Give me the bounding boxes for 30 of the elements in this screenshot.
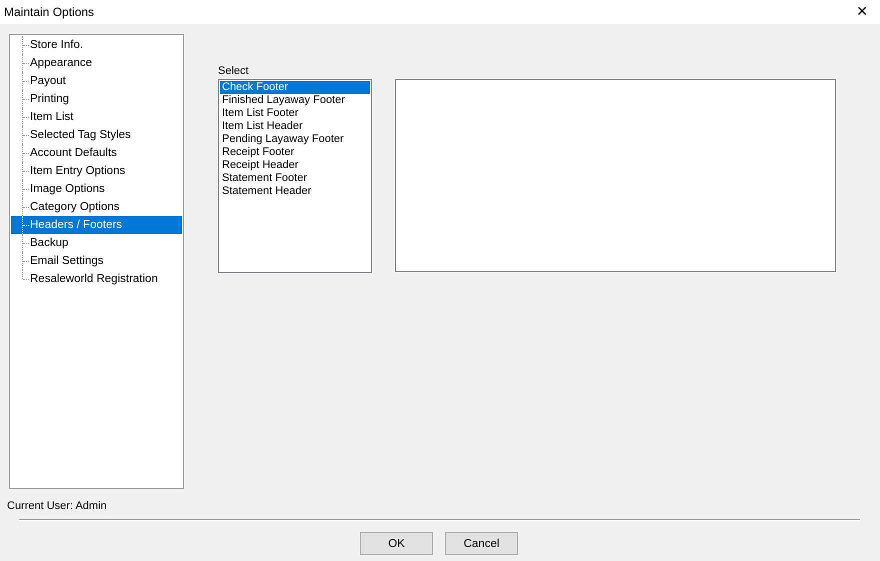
window-title: Maintain Options bbox=[4, 5, 94, 19]
tree-item[interactable]: Email Settings bbox=[11, 252, 182, 270]
tree-item[interactable]: Backup bbox=[11, 234, 182, 252]
list-item[interactable]: Statement Footer bbox=[220, 172, 370, 185]
tree-item[interactable]: Item List bbox=[11, 108, 182, 126]
current-user-label: Current User: Admin bbox=[7, 500, 107, 512]
select-label: Select bbox=[218, 65, 250, 79]
tree-item[interactable]: Appearance bbox=[11, 54, 182, 72]
list-item[interactable]: Receipt Header bbox=[220, 159, 370, 172]
tree-item[interactable]: Printing bbox=[11, 90, 182, 108]
list-item[interactable]: Check Footer bbox=[220, 81, 370, 94]
list-item[interactable]: Statement Header bbox=[220, 185, 370, 198]
tree-item[interactable]: Payout bbox=[11, 72, 182, 90]
list-item[interactable]: Item List Footer bbox=[220, 107, 370, 120]
close-button[interactable]: ✕ bbox=[852, 4, 872, 20]
list-item[interactable]: Pending Layaway Footer bbox=[220, 133, 370, 146]
text-area[interactable] bbox=[395, 79, 836, 272]
tree-item[interactable]: Item Entry Options bbox=[11, 162, 182, 180]
list-item[interactable]: Item List Header bbox=[220, 120, 370, 133]
select-listbox[interactable]: Check Footer Finished Layaway Footer Item List Footer Item List Header Pending Layaway Footer Receipt Footer Receipt Header Statement Footer Statement Header bbox=[218, 79, 372, 273]
tree-item[interactable]: Resaleworld Registration bbox=[11, 270, 182, 288]
tree-item[interactable]: Account Defaults bbox=[11, 144, 182, 162]
tree-item[interactable]: Headers / Footers bbox=[11, 216, 182, 234]
list-item[interactable]: Receipt Footer bbox=[220, 146, 370, 159]
cancel-button[interactable]: Cancel bbox=[445, 532, 518, 555]
tree-item[interactable]: Image Options bbox=[11, 180, 182, 198]
ok-button[interactable]: OK bbox=[360, 532, 433, 555]
tree-item[interactable]: Store Info. bbox=[11, 36, 182, 54]
list-item[interactable]: Finished Layaway Footer bbox=[220, 94, 370, 107]
tree-item[interactable]: Selected Tag Styles bbox=[11, 126, 182, 144]
